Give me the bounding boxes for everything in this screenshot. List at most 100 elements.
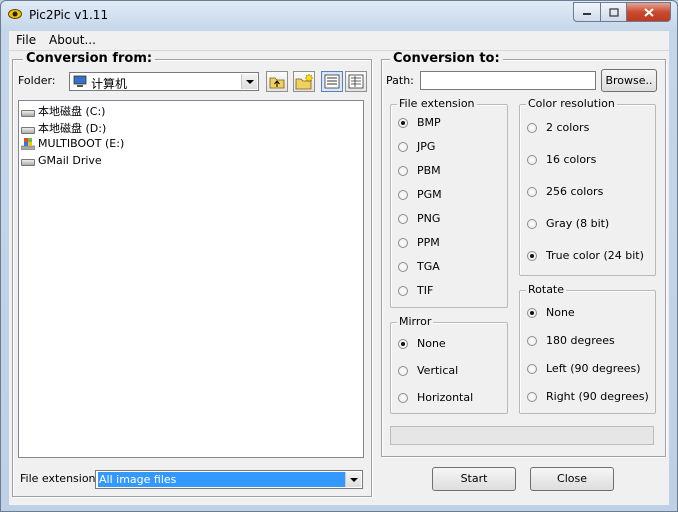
radio-option[interactable]: Horizontal: [398, 391, 473, 404]
main-body: Conversion from: Folder: 计算机 本地磁盘 (C:) 本…: [9, 51, 669, 505]
tree-item-gmail-drive[interactable]: GMail Drive: [21, 154, 102, 167]
start-button[interactable]: Start: [432, 467, 516, 491]
folder-value: 计算机: [91, 77, 128, 91]
radio-button-icon[interactable]: [527, 335, 537, 346]
close-window-button[interactable]: [626, 2, 671, 22]
browse-button[interactable]: Browse..: [601, 69, 657, 92]
client-area: File About... Conversion from: Folder: 计…: [9, 31, 669, 505]
path-input[interactable]: [420, 71, 596, 90]
radio-option[interactable]: Gray (8 bit): [527, 217, 609, 230]
radio-button-icon[interactable]: [398, 285, 408, 296]
file-extension-label: File extension:: [20, 472, 100, 485]
radio-option[interactable]: 16 colors: [527, 153, 596, 166]
minimize-button[interactable]: [573, 2, 600, 22]
radio-button-icon[interactable]: [527, 154, 537, 165]
radio-option[interactable]: PBM: [398, 164, 441, 177]
list-view-icon: [324, 74, 340, 89]
radio-button-icon[interactable]: [527, 307, 537, 318]
radio-button-icon[interactable]: [398, 117, 408, 128]
close-button[interactable]: Close: [530, 467, 614, 491]
minimize-icon: [583, 13, 591, 15]
radio-label: 16 colors: [546, 153, 597, 166]
new-folder-button[interactable]: [293, 71, 315, 92]
radio-option[interactable]: Left (90 degrees): [527, 362, 641, 375]
radio-option[interactable]: True color (24 bit): [527, 249, 644, 262]
radio-button-icon[interactable]: [527, 186, 537, 197]
folder-select[interactable]: 计算机: [69, 72, 259, 91]
close-icon: [643, 7, 654, 17]
radio-option[interactable]: Vertical: [398, 364, 458, 377]
color-resolution-group-title: Color resolution: [526, 97, 617, 110]
menu-about[interactable]: About...: [49, 33, 96, 47]
radio-option[interactable]: 180 degrees: [527, 334, 615, 347]
chevron-down-icon[interactable]: [241, 74, 257, 89]
color-resolution-group: Color resolution 2 colors 16 colors 256 co…: [519, 97, 656, 276]
menu-file[interactable]: File: [16, 33, 36, 47]
chevron-down-icon[interactable]: [345, 472, 361, 487]
radio-button-icon[interactable]: [398, 189, 408, 200]
title-bar[interactable]: Pic2Pic v1.11: [1, 1, 677, 31]
file-extension-value: All image files: [98, 472, 347, 487]
radio-label: 2 colors: [546, 121, 590, 134]
radio-button-icon[interactable]: [527, 250, 537, 261]
tree-item-drive-d[interactable]: 本地磁盘 (D:): [21, 120, 106, 136]
radio-label: 180 degrees: [546, 334, 615, 347]
radio-option[interactable]: 256 colors: [527, 185, 603, 198]
radio-button-icon[interactable]: [398, 392, 408, 403]
list-view-button[interactable]: [321, 71, 343, 92]
app-eye-icon: [8, 9, 22, 19]
menu-bar: File About...: [9, 31, 669, 51]
conversion-progress-bar: [390, 426, 654, 445]
radio-option[interactable]: PNG: [398, 212, 440, 225]
radio-label: TIF: [417, 284, 434, 297]
radio-option[interactable]: 2 colors: [527, 121, 589, 134]
folder-tree[interactable]: 本地磁盘 (C:) 本地磁盘 (D:) MULTIBOOT (E:) GMail…: [18, 100, 364, 458]
maximize-button[interactable]: [600, 2, 626, 22]
radio-button-icon[interactable]: [398, 141, 408, 152]
radio-button-icon[interactable]: [527, 363, 537, 374]
tree-item-drive-e[interactable]: MULTIBOOT (E:): [21, 137, 124, 150]
folder-up-icon: [269, 77, 285, 89]
radio-option[interactable]: PGM: [398, 188, 442, 201]
radio-option[interactable]: None: [527, 306, 575, 319]
radio-option[interactable]: TGA: [398, 260, 440, 273]
file-extension-group-title: File extension: [397, 97, 477, 110]
radio-option[interactable]: TIF: [398, 284, 433, 297]
details-view-icon: [348, 74, 364, 89]
radio-label: PBM: [417, 164, 441, 177]
radio-button-icon[interactable]: [398, 365, 408, 376]
mirror-group: Mirror None Vertical Horizontal: [390, 315, 508, 414]
maximize-icon: [608, 7, 619, 17]
radio-label: PPM: [417, 236, 440, 249]
radio-label: PNG: [417, 212, 441, 225]
radio-option[interactable]: PPM: [398, 236, 440, 249]
radio-label: TGA: [417, 260, 440, 273]
radio-option[interactable]: None: [398, 337, 446, 350]
radio-label: PGM: [417, 188, 442, 201]
tree-item-label: 本地磁盘 (D:): [38, 122, 107, 135]
radio-option[interactable]: Right (90 degrees): [527, 390, 649, 403]
tree-item-drive-c[interactable]: 本地磁盘 (C:): [21, 103, 105, 119]
radio-button-icon[interactable]: [527, 122, 537, 133]
radio-option[interactable]: BMP: [398, 116, 441, 129]
windows-drive-icon: [21, 137, 35, 150]
details-view-button[interactable]: [345, 71, 367, 92]
radio-button-icon[interactable]: [398, 165, 408, 176]
new-folder-icon: [295, 73, 314, 90]
radio-button-icon[interactable]: [398, 213, 408, 224]
radio-button-icon[interactable]: [527, 218, 537, 229]
up-folder-button[interactable]: [266, 71, 288, 92]
radio-button-icon[interactable]: [527, 391, 537, 402]
window-title: Pic2Pic v1.11: [29, 8, 109, 22]
file-extension-group: File extension BMP JPG PBM PGM PNG PPM TGA TIF: [390, 97, 508, 308]
radio-button-icon[interactable]: [398, 338, 408, 349]
tree-item-label: 本地磁盘 (C:): [38, 105, 106, 118]
radio-label: None: [417, 337, 446, 350]
radio-label: Vertical: [417, 364, 459, 377]
file-extension-select[interactable]: All image files: [95, 470, 363, 489]
radio-button-icon[interactable]: [398, 237, 408, 248]
radio-button-icon[interactable]: [398, 261, 408, 272]
radio-label: True color (24 bit): [546, 249, 644, 262]
radio-option[interactable]: JPG: [398, 140, 435, 153]
radio-label: Right (90 degrees): [546, 390, 649, 403]
